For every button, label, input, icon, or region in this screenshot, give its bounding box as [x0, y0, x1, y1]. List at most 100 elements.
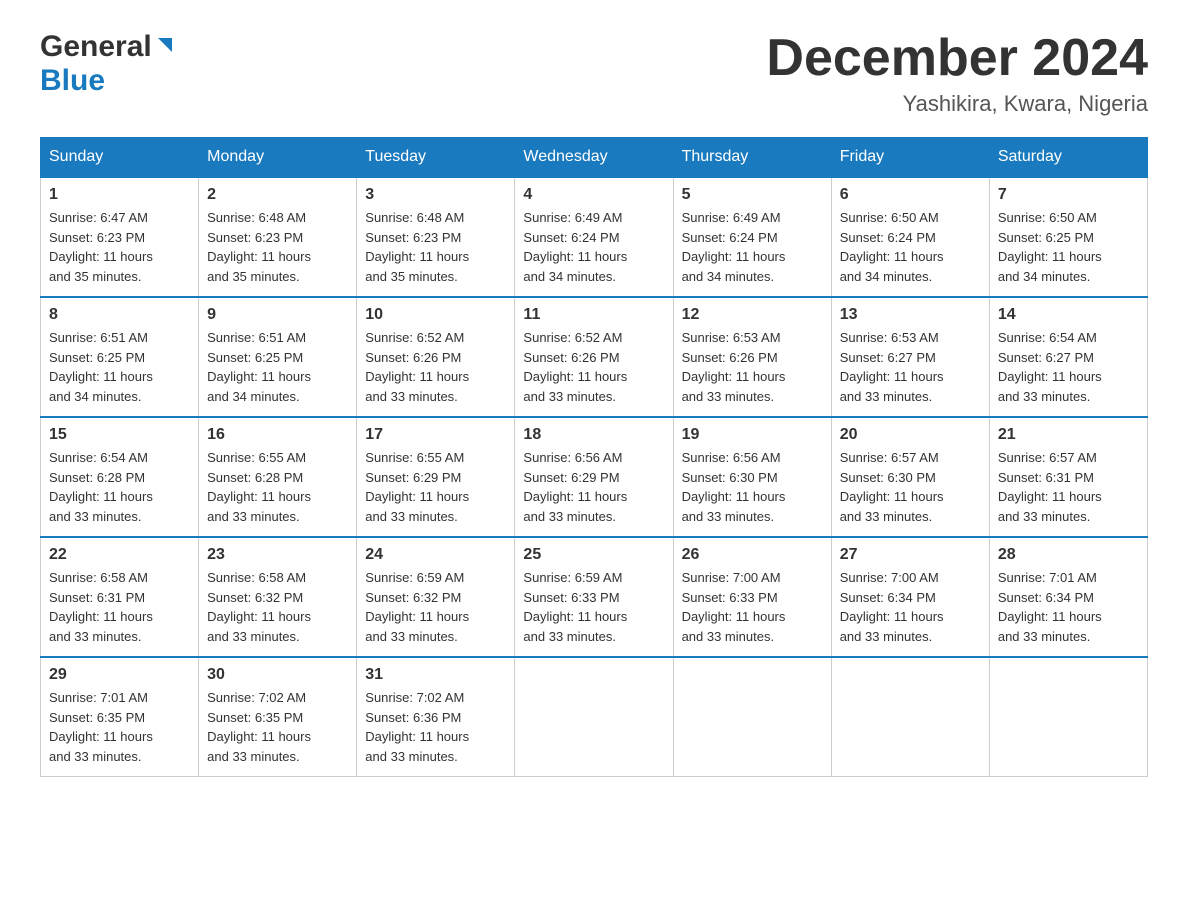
day-info: Sunrise: 7:01 AMSunset: 6:34 PMDaylight:… — [998, 568, 1139, 646]
calendar-week-row-5: 29 Sunrise: 7:01 AMSunset: 6:35 PMDayligh… — [41, 657, 1148, 777]
day-info: Sunrise: 6:58 AMSunset: 6:31 PMDaylight:… — [49, 568, 190, 646]
day-info: Sunrise: 7:00 AMSunset: 6:34 PMDaylight:… — [840, 568, 981, 646]
day-number: 20 — [840, 426, 981, 444]
day-info: Sunrise: 6:51 AMSunset: 6:25 PMDaylight:… — [49, 328, 190, 406]
day-info: Sunrise: 6:57 AMSunset: 6:31 PMDaylight:… — [998, 448, 1139, 526]
calendar-day-4: 4 Sunrise: 6:49 AMSunset: 6:24 PMDaylight… — [515, 177, 673, 297]
logo-general-text: General — [40, 30, 152, 64]
day-number: 13 — [840, 306, 981, 324]
weekday-header-saturday: Saturday — [989, 138, 1147, 178]
calendar-week-row-3: 15Sunrise: 6:54 AMSunset: 6:28 PMDayligh… — [41, 417, 1148, 537]
calendar-day-21: 21Sunrise: 6:57 AMSunset: 6:31 PMDayligh… — [989, 417, 1147, 537]
calendar-empty-cell — [673, 657, 831, 777]
day-info: Sunrise: 6:54 AMSunset: 6:27 PMDaylight:… — [998, 328, 1139, 406]
day-number: 8 — [49, 306, 190, 324]
calendar-day-13: 13 Sunrise: 6:53 AMSunset: 6:27 PMDayligh… — [831, 297, 989, 417]
location-text: Yashikira, Kwara, Nigeria — [766, 91, 1148, 117]
day-number: 27 — [840, 546, 981, 564]
calendar-day-20: 20Sunrise: 6:57 AMSunset: 6:30 PMDayligh… — [831, 417, 989, 537]
day-info: Sunrise: 6:55 AMSunset: 6:28 PMDaylight:… — [207, 448, 348, 526]
calendar-empty-cell — [989, 657, 1147, 777]
day-number: 17 — [365, 426, 506, 444]
calendar-day-17: 17 Sunrise: 6:55 AMSunset: 6:29 PMDayligh… — [357, 417, 515, 537]
calendar-day-30: 30 Sunrise: 7:02 AMSunset: 6:35 PMDayligh… — [199, 657, 357, 777]
day-info: Sunrise: 6:53 AMSunset: 6:27 PMDaylight:… — [840, 328, 981, 406]
calendar-day-6: 6 Sunrise: 6:50 AMSunset: 6:24 PMDaylight… — [831, 177, 989, 297]
day-info: Sunrise: 6:47 AMSunset: 6:23 PMDaylight:… — [49, 208, 190, 286]
day-info: Sunrise: 6:49 AMSunset: 6:24 PMDaylight:… — [523, 208, 664, 286]
calendar-day-11: 11 Sunrise: 6:52 AMSunset: 6:26 PMDayligh… — [515, 297, 673, 417]
day-info: Sunrise: 7:02 AMSunset: 6:35 PMDaylight:… — [207, 688, 348, 766]
calendar-day-1: 1 Sunrise: 6:47 AMSunset: 6:23 PMDaylight… — [41, 177, 199, 297]
calendar-day-19: 19 Sunrise: 6:56 AMSunset: 6:30 PMDayligh… — [673, 417, 831, 537]
calendar-day-29: 29 Sunrise: 7:01 AMSunset: 6:35 PMDayligh… — [41, 657, 199, 777]
calendar-week-row-1: 1 Sunrise: 6:47 AMSunset: 6:23 PMDaylight… — [41, 177, 1148, 297]
day-number: 11 — [523, 306, 664, 324]
day-number: 22 — [49, 546, 190, 564]
day-number: 29 — [49, 666, 190, 684]
weekday-header-tuesday: Tuesday — [357, 138, 515, 178]
day-info: Sunrise: 6:56 AMSunset: 6:29 PMDaylight:… — [523, 448, 664, 526]
calendar-day-28: 28 Sunrise: 7:01 AMSunset: 6:34 PMDayligh… — [989, 537, 1147, 657]
calendar-day-3: 3Sunrise: 6:48 AMSunset: 6:23 PMDaylight… — [357, 177, 515, 297]
day-info: Sunrise: 6:51 AMSunset: 6:25 PMDaylight:… — [207, 328, 348, 406]
day-info: Sunrise: 6:52 AMSunset: 6:26 PMDaylight:… — [523, 328, 664, 406]
calendar-day-2: 2Sunrise: 6:48 AMSunset: 6:23 PMDaylight… — [199, 177, 357, 297]
day-info: Sunrise: 7:02 AMSunset: 6:36 PMDaylight:… — [365, 688, 506, 766]
day-number: 24 — [365, 546, 506, 564]
calendar-empty-cell — [831, 657, 989, 777]
day-info: Sunrise: 6:56 AMSunset: 6:30 PMDaylight:… — [682, 448, 823, 526]
calendar-day-16: 16 Sunrise: 6:55 AMSunset: 6:28 PMDayligh… — [199, 417, 357, 537]
logo-arrow-icon — [154, 34, 176, 61]
day-number: 25 — [523, 546, 664, 564]
day-number: 9 — [207, 306, 348, 324]
day-info: Sunrise: 6:50 AMSunset: 6:25 PMDaylight:… — [998, 208, 1139, 286]
calendar-day-25: 25Sunrise: 6:59 AMSunset: 6:33 PMDayligh… — [515, 537, 673, 657]
day-number: 28 — [998, 546, 1139, 564]
day-number: 2 — [207, 186, 348, 204]
day-number: 30 — [207, 666, 348, 684]
calendar-week-row-4: 22 Sunrise: 6:58 AMSunset: 6:31 PMDayligh… — [41, 537, 1148, 657]
day-number: 23 — [207, 546, 348, 564]
calendar-table: SundayMondayTuesdayWednesdayThursdayFrid… — [40, 137, 1148, 777]
day-number: 19 — [682, 426, 823, 444]
day-number: 5 — [682, 186, 823, 204]
calendar-day-9: 9 Sunrise: 6:51 AMSunset: 6:25 PMDaylight… — [199, 297, 357, 417]
day-info: Sunrise: 6:55 AMSunset: 6:29 PMDaylight:… — [365, 448, 506, 526]
calendar-day-18: 18 Sunrise: 6:56 AMSunset: 6:29 PMDayligh… — [515, 417, 673, 537]
day-info: Sunrise: 6:59 AMSunset: 6:32 PMDaylight:… — [365, 568, 506, 646]
weekday-header-monday: Monday — [199, 138, 357, 178]
weekday-header-friday: Friday — [831, 138, 989, 178]
calendar-day-31: 31 Sunrise: 7:02 AMSunset: 6:36 PMDayligh… — [357, 657, 515, 777]
logo-blue-text: Blue — [40, 64, 105, 97]
calendar-day-14: 14Sunrise: 6:54 AMSunset: 6:27 PMDayligh… — [989, 297, 1147, 417]
calendar-day-24: 24 Sunrise: 6:59 AMSunset: 6:32 PMDayligh… — [357, 537, 515, 657]
day-info: Sunrise: 6:52 AMSunset: 6:26 PMDaylight:… — [365, 328, 506, 406]
day-number: 6 — [840, 186, 981, 204]
day-number: 12 — [682, 306, 823, 324]
calendar-day-7: 7 Sunrise: 6:50 AMSunset: 6:25 PMDaylight… — [989, 177, 1147, 297]
day-info: Sunrise: 6:58 AMSunset: 6:32 PMDaylight:… — [207, 568, 348, 646]
calendar-week-row-2: 8 Sunrise: 6:51 AMSunset: 6:25 PMDaylight… — [41, 297, 1148, 417]
weekday-header-wednesday: Wednesday — [515, 138, 673, 178]
title-section: December 2024 Yashikira, Kwara, Nigeria — [766, 30, 1148, 117]
calendar-day-5: 5Sunrise: 6:49 AMSunset: 6:24 PMDaylight… — [673, 177, 831, 297]
day-info: Sunrise: 6:50 AMSunset: 6:24 PMDaylight:… — [840, 208, 981, 286]
weekday-header-sunday: Sunday — [41, 138, 199, 178]
calendar-day-22: 22 Sunrise: 6:58 AMSunset: 6:31 PMDayligh… — [41, 537, 199, 657]
month-title: December 2024 — [766, 30, 1148, 87]
day-number: 4 — [523, 186, 664, 204]
day-number: 18 — [523, 426, 664, 444]
day-number: 31 — [365, 666, 506, 684]
day-number: 1 — [49, 186, 190, 204]
day-number: 3 — [365, 186, 506, 204]
day-number: 15 — [49, 426, 190, 444]
day-number: 16 — [207, 426, 348, 444]
logo: General Blue — [40, 30, 176, 98]
day-info: Sunrise: 7:01 AMSunset: 6:35 PMDaylight:… — [49, 688, 190, 766]
day-number: 7 — [998, 186, 1139, 204]
calendar-day-15: 15Sunrise: 6:54 AMSunset: 6:28 PMDayligh… — [41, 417, 199, 537]
day-number: 26 — [682, 546, 823, 564]
day-info: Sunrise: 6:53 AMSunset: 6:26 PMDaylight:… — [682, 328, 823, 406]
weekday-header-row: SundayMondayTuesdayWednesdayThursdayFrid… — [41, 138, 1148, 178]
